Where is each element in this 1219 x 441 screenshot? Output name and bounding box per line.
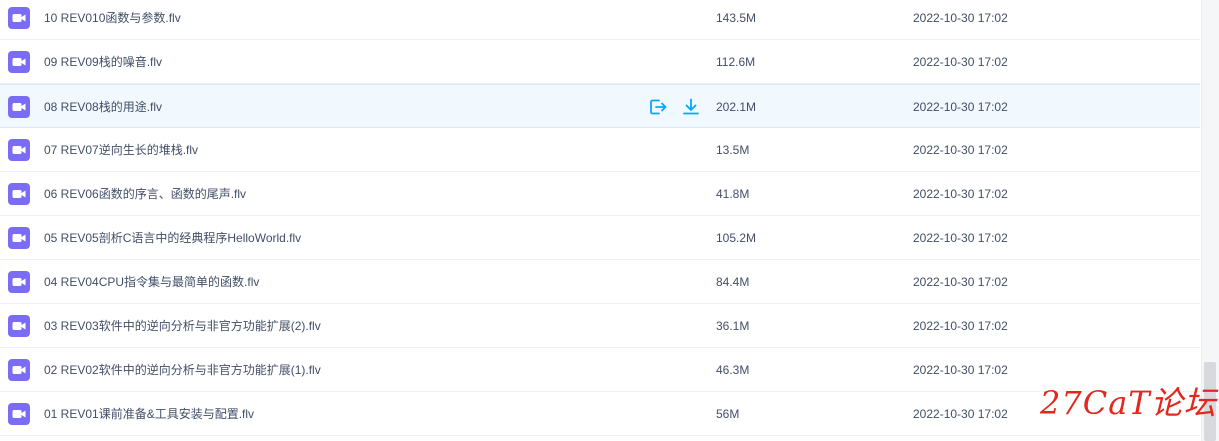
row-actions <box>648 97 701 117</box>
file-row-07[interactable]: 07 REV07逆向生长的堆栈.flv 13.5M 2022-10-30 17:… <box>0 128 1200 172</box>
video-file-icon <box>8 315 30 337</box>
file-row-09[interactable]: 09 REV09栈的噪音.flv 112.6M 2022-10-30 17:02 <box>0 40 1200 84</box>
file-date: 2022-10-30 17:02 <box>913 363 1008 377</box>
video-file-icon <box>8 403 30 425</box>
watermark-logo: 27CaT论坛 <box>1040 384 1217 422</box>
file-size: 56M <box>716 407 740 421</box>
file-name[interactable]: 08 REV08栈的用途.flv <box>44 85 162 129</box>
file-row-10[interactable]: 10 REV010函数与参数.flv 143.5M 2022-10-30 17:… <box>0 0 1200 40</box>
video-file-icon <box>8 359 30 381</box>
video-file-icon <box>8 51 30 73</box>
file-date: 2022-10-30 17:02 <box>913 11 1008 25</box>
file-date: 2022-10-30 17:02 <box>913 100 1008 114</box>
file-date: 2022-10-30 17:02 <box>913 407 1008 421</box>
share-export-icon[interactable] <box>648 97 668 117</box>
video-file-icon <box>8 7 30 29</box>
file-name[interactable]: 01 REV01课前准备&工具安装与配置.flv <box>44 392 254 436</box>
file-size: 36.1M <box>716 319 750 333</box>
file-row-06[interactable]: 06 REV06函数的序言、函数的尾声.flv 41.8M 2022-10-30… <box>0 172 1200 216</box>
file-size: 143.5M <box>716 11 757 25</box>
file-name[interactable]: 05 REV05剖析C语言中的经典程序HelloWorld.flv <box>44 216 301 260</box>
file-size: 202.1M <box>716 100 757 114</box>
file-size: 46.3M <box>716 363 750 377</box>
file-row-01[interactable]: 01 REV01课前准备&工具安装与配置.flv 56M 2022-10-30 … <box>0 392 1200 436</box>
file-name[interactable]: 07 REV07逆向生长的堆栈.flv <box>44 128 198 172</box>
file-name[interactable]: 03 REV03软件中的逆向分析与非官方功能扩展(2).flv <box>44 304 321 348</box>
file-size: 84.4M <box>716 275 750 289</box>
file-name[interactable]: 09 REV09栈的噪音.flv <box>44 40 162 84</box>
file-date: 2022-10-30 17:02 <box>913 319 1008 333</box>
file-list: 10 REV010函数与参数.flv 143.5M 2022-10-30 17:… <box>0 0 1200 436</box>
download-icon[interactable] <box>681 97 701 117</box>
file-row-08-hovered[interactable]: 08 REV08栈的用途.flv 202.1M 2022-10-30 17:02 <box>0 84 1200 128</box>
file-name[interactable]: 06 REV06函数的序言、函数的尾声.flv <box>44 172 246 216</box>
file-size: 112.6M <box>716 55 756 69</box>
file-size: 13.5M <box>716 143 750 157</box>
file-row-05[interactable]: 05 REV05剖析C语言中的经典程序HelloWorld.flv 105.2M… <box>0 216 1200 260</box>
file-date: 2022-10-30 17:02 <box>913 55 1008 69</box>
file-name[interactable]: 10 REV010函数与参数.flv <box>44 0 181 40</box>
file-date: 2022-10-30 17:02 <box>913 231 1008 245</box>
file-date: 2022-10-30 17:02 <box>913 143 1008 157</box>
file-row-02[interactable]: 02 REV02软件中的逆向分析与非官方功能扩展(1).flv 46.3M 20… <box>0 348 1200 392</box>
file-row-03[interactable]: 03 REV03软件中的逆向分析与非官方功能扩展(2).flv 36.1M 20… <box>0 304 1200 348</box>
file-row-04[interactable]: 04 REV04CPU指令集与最简单的函数.flv 84.4M 2022-10-… <box>0 260 1200 304</box>
file-date: 2022-10-30 17:02 <box>913 187 1008 201</box>
file-date: 2022-10-30 17:02 <box>913 275 1008 289</box>
video-file-icon <box>8 183 30 205</box>
video-file-icon <box>8 139 30 161</box>
video-file-icon <box>8 96 30 118</box>
file-name[interactable]: 04 REV04CPU指令集与最简单的函数.flv <box>44 260 259 304</box>
video-file-icon <box>8 271 30 293</box>
video-file-icon <box>8 227 30 249</box>
file-size: 41.8M <box>716 187 750 201</box>
file-size: 105.2M <box>716 231 757 245</box>
file-name[interactable]: 02 REV02软件中的逆向分析与非官方功能扩展(1).flv <box>44 348 321 392</box>
